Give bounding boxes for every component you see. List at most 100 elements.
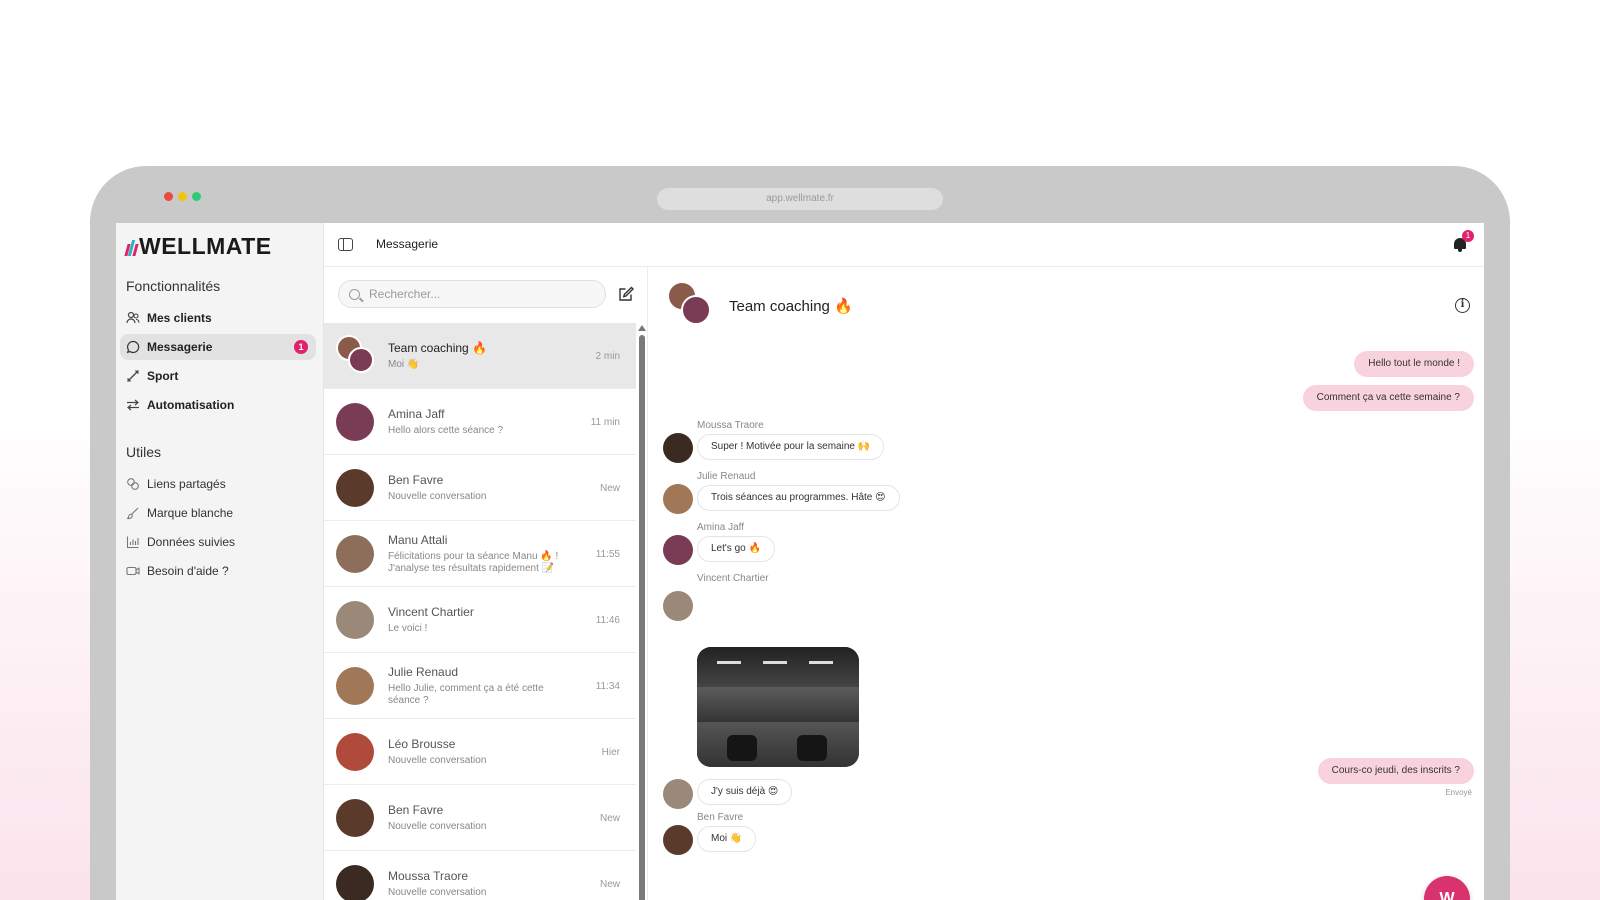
conversation-name: Léo Brousse — [388, 737, 456, 751]
sidebar-item-aide[interactable]: Besoin d'aide ? — [120, 558, 316, 584]
dumbbell-icon — [126, 369, 140, 383]
section-title-utiles: Utiles — [126, 444, 162, 460]
users-icon — [126, 311, 140, 325]
conversation-name: Vincent Chartier — [388, 605, 474, 619]
sent-status: Envoyé — [1445, 788, 1472, 797]
notification-badge: 1 — [1462, 230, 1474, 242]
notification-bell-icon[interactable]: 1 — [1452, 230, 1474, 253]
minimize-window-dot[interactable] — [178, 192, 187, 201]
avatar — [336, 865, 374, 900]
sidebar-item-donnees[interactable]: Données suivies — [120, 529, 316, 555]
conversation-preview: Hello alors cette séance ? — [388, 425, 504, 436]
group-avatar — [667, 281, 715, 329]
sidebar-item-sport[interactable]: Sport — [120, 363, 316, 389]
conversation-time: Hier — [601, 747, 620, 758]
conversation-item[interactable]: Moussa Traore Nouvelle conversation New — [324, 851, 636, 900]
conversation-item[interactable]: Manu Attali Félicitations pour ta séance… — [324, 521, 636, 587]
sidebar-item-clients[interactable]: Mes clients — [120, 305, 316, 331]
conversation-item[interactable]: Vincent Chartier Le voici ! 11:46 — [324, 587, 636, 653]
conversation-item[interactable]: Amina Jaff Hello alors cette séance ? 11… — [324, 389, 636, 455]
avatar — [663, 484, 693, 514]
topbar: Messagerie 1 — [324, 223, 1484, 267]
info-icon[interactable]: i — [1455, 298, 1470, 313]
sidebar-item-label: Mes clients — [147, 311, 212, 325]
avatar — [336, 667, 374, 705]
conversation-preview: Le voici ! — [388, 623, 428, 634]
conversation-list: Team coaching 🔥 Moi 👋 2 min Amina Jaff H… — [324, 323, 636, 900]
sidebar-item-label: Messagerie — [147, 340, 213, 354]
wellmate-logo[interactable]: WELLMATE — [124, 233, 272, 260]
sidebar-item-automatisation[interactable]: Automatisation — [120, 392, 316, 418]
conversation-preview: Moi 👋 — [388, 359, 420, 370]
avatar — [336, 733, 374, 771]
wellmate-floating-button[interactable]: W — [1424, 876, 1470, 900]
conversation-time: 2 min — [595, 351, 620, 362]
message-sender: Julie Renaud — [697, 471, 756, 482]
compose-icon[interactable] — [617, 285, 635, 303]
address-bar[interactable]: app.wellmate.fr — [657, 188, 943, 210]
brush-icon — [126, 506, 140, 520]
chat-bubble-icon — [126, 340, 140, 354]
avatar — [663, 535, 693, 565]
section-title-features: Fonctionnalités — [126, 278, 221, 294]
message-sender: Vincent Chartier — [697, 573, 769, 584]
device-frame: app.wellmate.fr WELLMATE Fonctionnalités… — [90, 166, 1510, 900]
sidebar-item-label: Liens partagés — [147, 477, 226, 491]
avatar — [336, 469, 374, 507]
outgoing-message: Hello tout le monde ! — [1354, 351, 1474, 377]
link-icon — [126, 477, 140, 491]
sidebar: WELLMATE Fonctionnalités Mes clients Mes… — [116, 223, 324, 900]
conversation-name: Julie Renaud — [388, 665, 459, 679]
conversation-preview: Nouvelle conversation — [388, 491, 487, 502]
incoming-message: Moi 👋 — [697, 826, 757, 852]
sidebar-item-label: Automatisation — [147, 398, 235, 412]
avatar — [336, 601, 374, 639]
group-avatar — [336, 335, 376, 375]
sidebar-item-messagerie[interactable]: Messagerie 1 — [120, 334, 316, 360]
logo-mark-icon — [124, 238, 139, 256]
conversation-list-panel: Rechercher... Team coaching 🔥 Moi 👋 2 mi… — [324, 267, 648, 900]
sidebar-item-liens[interactable]: Liens partagés — [120, 471, 316, 497]
close-window-dot[interactable] — [164, 192, 173, 201]
arrows-swap-icon — [126, 398, 140, 412]
conversation-time: 11 min — [590, 417, 620, 428]
search-input[interactable]: Rechercher... — [338, 280, 606, 308]
conversation-item-team-coaching[interactable]: Team coaching 🔥 Moi 👋 2 min — [324, 323, 636, 389]
conversation-name: Manu Attali — [388, 533, 448, 547]
conversation-preview: Félicitations pour ta séance Manu 🔥 ! J'… — [388, 551, 559, 574]
avatar — [663, 433, 693, 463]
video-icon — [126, 564, 140, 578]
conversation-name: Moussa Traore — [388, 869, 469, 883]
incoming-message: Trois séances au programmes. Hâte 😍 — [697, 485, 900, 511]
conversation-item[interactable]: Ben Favre Nouvelle conversation New — [324, 455, 636, 521]
avatar — [336, 535, 374, 573]
avatar — [663, 591, 693, 621]
app-screen: WELLMATE Fonctionnalités Mes clients Mes… — [116, 223, 1484, 900]
outgoing-message: Cours-co jeudi, des inscrits ? — [1317, 758, 1474, 784]
logo-text: WELLMATE — [139, 233, 272, 259]
conversation-list-scrollbar[interactable] — [638, 325, 646, 900]
conversation-preview: Nouvelle conversation — [388, 821, 487, 832]
conversation-item[interactable]: Julie Renaud Hello Julie, comment ça a é… — [324, 653, 636, 719]
avatar — [663, 825, 693, 855]
conversation-time: New — [599, 879, 620, 890]
conversation-item[interactable]: Ben Favre Nouvelle conversation New — [324, 785, 636, 851]
conversation-preview: Hello Julie, comment ça a été cette séan… — [388, 683, 544, 706]
chat-panel: Team coaching 🔥 i Hello tout le monde ! … — [649, 267, 1484, 900]
conversation-item[interactable]: Léo Brousse Nouvelle conversation Hier — [324, 719, 636, 785]
bar-chart-icon — [126, 535, 140, 549]
sidebar-item-label: Marque blanche — [147, 506, 234, 520]
incoming-message: Super ! Motivée pour la semaine 🙌 — [697, 434, 885, 460]
scrollbar-thumb[interactable] — [639, 335, 645, 900]
sidebar-item-marque[interactable]: Marque blanche — [120, 500, 316, 526]
sidebar-item-label: Sport — [147, 369, 179, 383]
conversation-preview: Nouvelle conversation — [388, 755, 487, 766]
scroll-up-arrow-icon[interactable] — [638, 325, 646, 331]
unread-badge: 1 — [294, 340, 308, 354]
chat-header: Team coaching 🔥 i — [649, 267, 1484, 335]
sidebar-item-label: Besoin d'aide ? — [147, 564, 229, 578]
sidebar-toggle-icon[interactable] — [338, 238, 353, 251]
gym-photo-attachment[interactable] — [697, 647, 859, 767]
maximize-window-dot[interactable] — [192, 192, 201, 201]
conversation-time: 11:34 — [595, 681, 620, 692]
